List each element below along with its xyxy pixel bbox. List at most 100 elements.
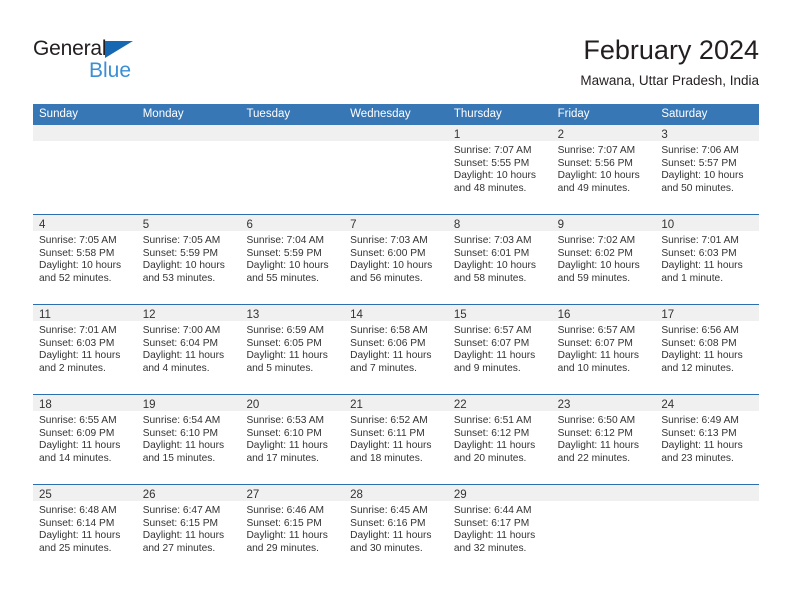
sunrise-text: Sunrise: 6:49 AM — [661, 415, 739, 426]
sunset-text: Sunset: 5:59 PM — [142, 247, 219, 259]
daylight-text-line2: and 53 minutes. — [142, 272, 216, 284]
day-number-band: 7 — [344, 215, 448, 231]
calendar-day-cell[interactable]: 29 Sunrise: 6:44 AM Sunset: 6:17 PM Dayligh… — [447, 485, 552, 574]
day-details: Sunrise: 6:49 AM Sunset: 6:13 PM Daylight:… — [655, 411, 759, 465]
calendar-day-cell[interactable]: 19 Sunrise: 6:54 AM Sunset: 6:10 PM Dayligh… — [136, 395, 241, 484]
day-number: 17 — [661, 309, 675, 321]
daylight-text-line1: Daylight: 11 hours — [142, 530, 225, 542]
sunrise-text: Sunrise: 6:46 AM — [246, 505, 325, 516]
day-details: Sunrise: 6:48 AM Sunset: 6:14 PM Daylight:… — [33, 501, 137, 555]
calendar-day-cell[interactable]: 12 Sunrise: 7:00 AM Sunset: 6:04 PM Dayligh… — [136, 305, 241, 394]
day-number: 10 — [661, 219, 675, 231]
day-number: 9 — [557, 219, 564, 231]
daylight-text-line2: and 49 minutes. — [557, 182, 631, 194]
sunrise-text: Sunrise: 6:55 AM — [39, 415, 117, 426]
day-details: Sunrise: 6:59 AM Sunset: 6:05 PM Daylight:… — [240, 321, 344, 375]
calendar-day-cell[interactable]: 18 Sunrise: 6:55 AM Sunset: 6:09 PM Dayligh… — [33, 395, 137, 484]
daylight-text-line1: Daylight: 11 hours — [557, 350, 639, 362]
calendar-day-cell[interactable]: 24 Sunrise: 6:49 AM Sunset: 6:13 PM Dayligh… — [655, 395, 760, 484]
calendar-day-cell[interactable]: 23 Sunrise: 6:50 AM Sunset: 6:12 PM Dayligh… — [551, 395, 656, 484]
day-details: Sunrise: 7:06 AM Sunset: 5:57 PM Daylight:… — [655, 141, 759, 195]
calendar-day-cell[interactable]: 15 Sunrise: 6:57 AM Sunset: 6:07 PM Dayligh… — [447, 305, 552, 394]
weekday-header-thursday: Thursday — [453, 108, 502, 120]
calendar-day-cell[interactable]: 7 Sunrise: 7:03 AM Sunset: 6:00 PM Daylight… — [344, 215, 448, 304]
calendar-day-cell[interactable]: 16 Sunrise: 6:57 AM Sunset: 6:07 PM Dayligh… — [551, 305, 656, 394]
day-number: 21 — [350, 399, 363, 411]
sunset-text: Sunset: 5:56 PM — [557, 157, 633, 169]
calendar-day-cell[interactable]: 11 Sunrise: 7:01 AM Sunset: 6:03 PM Dayligh… — [33, 305, 137, 394]
calendar-day-cell[interactable]: 2 Sunrise: 7:07 AM Sunset: 5:56 PM Daylight… — [551, 125, 656, 214]
weekday-header-saturday: Saturday — [661, 108, 708, 120]
day-number: 13 — [246, 309, 260, 321]
daylight-text-line2: and 1 minute. — [661, 272, 724, 284]
day-number-band — [551, 485, 656, 501]
day-number-band: 29 — [447, 485, 552, 501]
day-details: Sunrise: 7:05 AM Sunset: 5:58 PM Daylight:… — [33, 231, 137, 285]
daylight-text-line1: Daylight: 11 hours — [39, 530, 121, 542]
sunset-text: Sunset: 6:04 PM — [142, 337, 219, 349]
day-number-band: 27 — [240, 485, 345, 501]
calendar-day-cell[interactable]: 27 Sunrise: 6:46 AM Sunset: 6:15 PM Dayligh… — [240, 485, 345, 574]
day-number-band — [33, 125, 137, 141]
calendar-day-cell[interactable]: 13 Sunrise: 6:59 AM Sunset: 6:05 PM Dayligh… — [240, 305, 345, 394]
sunrise-text: Sunrise: 6:48 AM — [39, 505, 117, 516]
daylight-text-line1: Daylight: 11 hours — [246, 350, 328, 362]
calendar-day-cell-empty — [551, 485, 656, 574]
sunset-text: Sunset: 5:58 PM — [39, 247, 115, 259]
day-details: Sunrise: 7:05 AM Sunset: 5:59 PM Daylight:… — [137, 231, 241, 285]
day-details: Sunrise: 7:07 AM Sunset: 5:56 PM Daylight:… — [552, 141, 656, 195]
calendar-day-cell[interactable]: 21 Sunrise: 6:52 AM Sunset: 6:11 PM Dayligh… — [344, 395, 448, 484]
daylight-text-line1: Daylight: 11 hours — [350, 350, 432, 362]
day-details: Sunrise: 6:57 AM Sunset: 6:07 PM Daylight:… — [552, 321, 656, 375]
calendar-day-cell[interactable]: 28 Sunrise: 6:45 AM Sunset: 6:16 PM Dayligh… — [344, 485, 448, 574]
calendar-day-cell[interactable]: 22 Sunrise: 6:51 AM Sunset: 6:12 PM Dayligh… — [447, 395, 552, 484]
sunrise-text: Sunrise: 6:59 AM — [246, 325, 325, 336]
daylight-text-line2: and 20 minutes. — [453, 452, 527, 464]
day-number: 3 — [661, 129, 668, 141]
daylight-text-line1: Daylight: 11 hours — [350, 530, 432, 542]
calendar-week-row: 4 Sunrise: 7:05 AM Sunset: 5:58 PM Daylight… — [33, 215, 760, 305]
calendar-day-cell[interactable]: 17 Sunrise: 6:56 AM Sunset: 6:08 PM Dayligh… — [655, 305, 760, 394]
general-blue-logo[interactable]: General Blue — [33, 37, 173, 89]
calendar-day-cell[interactable]: 6 Sunrise: 7:04 AM Sunset: 5:59 PM Daylight… — [240, 215, 345, 304]
day-number: 23 — [557, 399, 571, 411]
calendar-day-cell[interactable]: 25 Sunrise: 6:48 AM Sunset: 6:14 PM Dayligh… — [33, 485, 137, 574]
calendar-week-row: 25 Sunrise: 6:48 AM Sunset: 6:14 PM Dayligh… — [33, 485, 760, 574]
daylight-text-line1: Daylight: 10 hours — [557, 260, 640, 272]
daylight-text-line1: Daylight: 11 hours — [39, 440, 121, 452]
sunset-text: Sunset: 6:12 PM — [557, 427, 633, 439]
day-number-band — [344, 125, 448, 141]
day-details: Sunrise: 6:53 AM Sunset: 6:10 PM Daylight:… — [240, 411, 344, 465]
sunset-text: Sunset: 6:09 PM — [39, 427, 115, 439]
sunrise-text: Sunrise: 7:01 AM — [39, 325, 117, 336]
calendar-day-cell[interactable]: 4 Sunrise: 7:05 AM Sunset: 5:58 PM Daylight… — [33, 215, 137, 304]
day-details: Sunrise: 6:51 AM Sunset: 6:12 PM Daylight:… — [448, 411, 552, 465]
day-number-band: 4 — [33, 215, 137, 231]
sunrise-text: Sunrise: 6:57 AM — [557, 325, 636, 336]
day-number: 12 — [142, 309, 156, 321]
calendar-day-cell[interactable]: 20 Sunrise: 6:53 AM Sunset: 6:10 PM Dayligh… — [240, 395, 345, 484]
day-number-band: 5 — [136, 215, 241, 231]
sunset-text: Sunset: 6:03 PM — [661, 247, 737, 259]
calendar-day-cell[interactable]: 14 Sunrise: 6:58 AM Sunset: 6:06 PM Dayligh… — [344, 305, 448, 394]
calendar-day-cell[interactable]: 5 Sunrise: 7:05 AM Sunset: 5:59 PM Daylight… — [136, 215, 241, 304]
sunrise-text: Sunrise: 7:01 AM — [661, 235, 739, 246]
daylight-text-line1: Daylight: 11 hours — [246, 530, 328, 542]
daylight-text-line2: and 32 minutes. — [453, 542, 527, 554]
calendar-day-cell[interactable]: 1 Sunrise: 7:07 AM Sunset: 5:55 PM Daylight… — [447, 125, 552, 214]
sunset-text: Sunset: 6:07 PM — [453, 337, 530, 349]
calendar-table: Sunday Monday Tuesday Wednesday Thursday Frid… — [33, 104, 760, 574]
page-header: General Blue February 2024 Mawana, Uttar… — [33, 33, 759, 95]
calendar-day-cell[interactable]: 8 Sunrise: 7:03 AM Sunset: 6:01 PM Daylight… — [447, 215, 552, 304]
day-number-band: 18 — [33, 395, 137, 411]
daylight-text-line1: Daylight: 11 hours — [142, 440, 225, 452]
calendar-day-cell[interactable]: 26 Sunrise: 6:47 AM Sunset: 6:15 PM Dayligh… — [136, 485, 241, 574]
sunrise-text: Sunrise: 6:52 AM — [350, 415, 428, 426]
calendar-day-cell[interactable]: 10 Sunrise: 7:01 AM Sunset: 6:03 PM Dayligh… — [655, 215, 760, 304]
daylight-text-line1: Daylight: 10 hours — [39, 260, 122, 272]
day-number-band: 14 — [344, 305, 448, 321]
sunrise-text: Sunrise: 6:47 AM — [142, 505, 221, 516]
daylight-text-line1: Daylight: 11 hours — [246, 440, 328, 452]
calendar-day-cell[interactable]: 3 Sunrise: 7:06 AM Sunset: 5:57 PM Daylight… — [655, 125, 760, 214]
calendar-day-cell[interactable]: 9 Sunrise: 7:02 AM Sunset: 6:02 PM Daylight… — [551, 215, 656, 304]
